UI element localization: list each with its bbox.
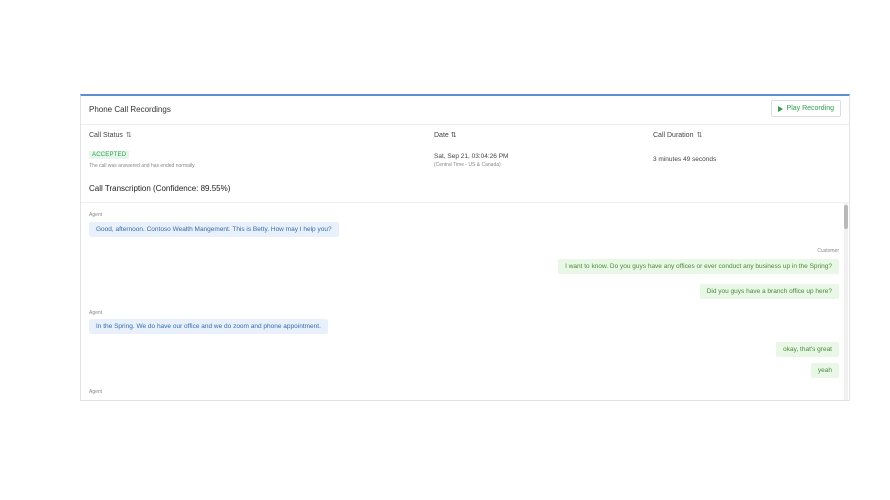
message-customer: Did you guys have a branch office up her… [699, 284, 839, 299]
play-icon [777, 105, 783, 112]
message-agent: Good, afternoon. Contoso Wealth Mangemen… [89, 222, 339, 237]
call-duration: 3 minutes 49 seconds [653, 156, 717, 163]
date-label: Date ⇅ [434, 132, 457, 139]
status-description: The call was answered and has ended norm… [89, 163, 196, 169]
play-recording-label: Play Recording [786, 105, 834, 112]
duration-label: Call Duration [653, 131, 694, 139]
play-recording-button[interactable]: Play Recording [770, 100, 841, 117]
call-status-column: Call Status ⇅ ACCEPTED The call was answ… [89, 131, 196, 169]
date-header[interactable]: Date ⇅ [434, 131, 508, 139]
message-customer: yeah [810, 363, 839, 378]
transcription-title: Call Transcription (Confidence: 89.55%) [89, 184, 231, 193]
panel-title: Phone Call Recordings [89, 105, 171, 114]
call-status-header[interactable]: Call Status ⇅ [89, 131, 196, 140]
speaker-label-agent: Agent [89, 212, 103, 218]
transcript-area[interactable]: Agent Good, afternoon. Contoso Wealth Ma… [81, 202, 849, 400]
panel-header: Phone Call Recordings Play Recording [81, 96, 849, 124]
transcript-scrollbar[interactable] [844, 203, 848, 400]
sort-icon[interactable]: ⇅ [696, 131, 702, 139]
speaker-label-agent: Agent [89, 389, 103, 395]
speaker-label-agent: Agent [89, 310, 103, 316]
sort-icon[interactable]: ⇅ [126, 131, 132, 139]
scrollbar-thumb[interactable] [844, 205, 848, 229]
transcript-messages: Agent Good, afternoon. Contoso Wealth Ma… [81, 203, 849, 400]
speaker-label-customer: Customer [817, 248, 839, 254]
duration-header[interactable]: Call Duration ⇅ [653, 131, 716, 140]
call-date: Sat, Sep 21, 03:04:26 PM [434, 153, 509, 160]
duration-column: Call Duration ⇅ 3 minutes 49 seconds [653, 131, 717, 164]
call-recordings-panel: Phone Call Recordings Play Recording Cal… [80, 94, 850, 401]
date-column: Date ⇅ Sat, Sep 21, 03:04:26 PM (Central… [434, 131, 508, 168]
status-badge: ACCEPTED [89, 151, 130, 159]
message-customer: okay, that's great [776, 342, 839, 357]
call-status-label: Call Status [89, 131, 123, 139]
message-customer: I want to know. Do you guys have any off… [558, 259, 839, 274]
call-timezone: (Central Time - US & Canada) [434, 162, 501, 168]
message-agent: In the Spring. We do have our office and… [89, 319, 328, 334]
call-info: Call Status ⇅ ACCEPTED The call was answ… [81, 124, 849, 203]
